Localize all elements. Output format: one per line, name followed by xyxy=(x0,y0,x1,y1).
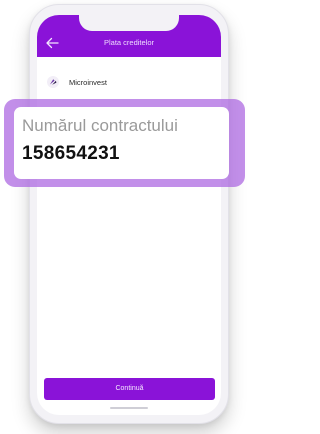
contract-field-highlight: Numărul contractului 158654231 xyxy=(4,99,245,187)
continue-button[interactable]: Continuă xyxy=(44,378,215,400)
app-header: Plata creditelor xyxy=(37,15,221,57)
home-indicator xyxy=(110,407,148,409)
contract-number-value[interactable]: 158654231 xyxy=(22,143,120,165)
page-title: Plata creditelor xyxy=(103,38,155,47)
provider-name: Microinvest xyxy=(69,78,107,87)
contract-number-field[interactable]: Numărul contractului 158654231 xyxy=(14,107,229,179)
contract-number-label: Numărul contractului xyxy=(22,116,178,135)
phone-screen: Plata creditelor Microinvest Continuă xyxy=(37,15,221,415)
phone-notch xyxy=(79,15,179,31)
app-mockup: Plata creditelor Microinvest Continuă Nu… xyxy=(0,0,245,434)
microinvest-logo-icon xyxy=(47,76,59,88)
provider-row: Microinvest xyxy=(37,75,221,91)
